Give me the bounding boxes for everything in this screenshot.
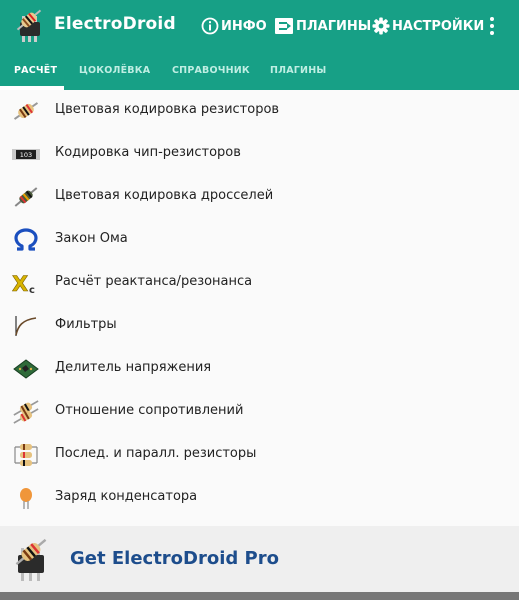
list-item-label: Цветовая кодировка дросселей (55, 188, 274, 203)
chip-code-text: 103 (20, 151, 32, 159)
list-item-label: Закон Ома (55, 231, 128, 246)
more-vert-icon[interactable] (484, 14, 500, 38)
filter-curve-icon (15, 316, 37, 336)
chip-resistor-icon: 103 (12, 149, 40, 160)
resistor-pair-icon (13, 400, 39, 424)
tab-calc[interactable]: РАСЧЁТ (14, 65, 57, 76)
reactance-symbol-sub: c (29, 285, 35, 295)
list-item-label: Отношение сопротивлений (55, 403, 244, 418)
list-item-resistance-ratio[interactable]: Отношение сопротивлений (0, 391, 519, 433)
list-item-series-parallel[interactable]: Послед. и паралл. резисторы (0, 434, 519, 476)
list-item-label: Делитель напряжения (55, 360, 212, 375)
info-button[interactable]: ИНФО (201, 16, 267, 36)
app-bar: ElectroDroid ИНФО ПЛАГИНЫ НАСТРОЙКИ (0, 0, 519, 52)
tab-plugins[interactable]: ПЛАГИНЫ (270, 65, 326, 76)
list-item-chip-resistor[interactable]: 103 Кодировка чип-резисторов (0, 133, 519, 175)
list-item-label: Послед. и паралл. резисторы (55, 446, 257, 461)
reactance-symbol-x: X (12, 272, 28, 295)
get-pro-text: Get ElectroDroid Pro (70, 548, 279, 569)
reactance-icon: X c (12, 272, 35, 295)
settings-label: НАСТРОЙКИ (392, 18, 485, 34)
bottom-divider (0, 592, 519, 600)
list-item-label: Заряд конденсатора (55, 489, 198, 504)
inductor-icon (14, 187, 38, 207)
tab-pinouts[interactable]: ЦОКОЛЁВКА (79, 65, 150, 76)
list-item-resistor-color[interactable]: Цветовая кодировка резисторов (0, 90, 519, 132)
list-item-label: Фильтры (55, 317, 117, 332)
settings-button[interactable]: НАСТРОЙКИ (372, 16, 484, 36)
plugins-button[interactable]: ПЛАГИНЫ (274, 16, 371, 36)
info-label: ИНФО (221, 18, 267, 34)
series-parallel-icon (14, 444, 38, 466)
list-item-label: Кодировка чип-резисторов (55, 145, 241, 160)
list-item-filters[interactable]: Фильтры (0, 305, 519, 347)
capacitor-icon (20, 488, 32, 509)
gear-icon (372, 17, 390, 35)
app-title: ElectroDroid (54, 14, 176, 34)
list-item-reactance[interactable]: X c Расчёт реактанса/резонанса (0, 262, 519, 304)
tab-bar: РАСЧЁТ ЦОКОЛЁВКА СПРАВОЧНИК ПЛАГИНЫ (0, 52, 519, 90)
circuit-board-icon (13, 359, 39, 379)
plugins-label: ПЛАГИНЫ (296, 18, 372, 34)
list-item-voltage-divider[interactable]: Делитель напряжения (0, 348, 519, 390)
resistor-icon (13, 102, 39, 120)
list-item-inductor-color[interactable]: Цветовая кодировка дросселей (0, 176, 519, 218)
app-logo-icon (16, 9, 42, 42)
tab-reference[interactable]: СПРАВОЧНИК (172, 65, 250, 76)
get-pro-banner[interactable]: Get ElectroDroid Pro (0, 526, 519, 592)
list-item-ohms-law[interactable]: Закон Ома (0, 219, 519, 261)
list-item-label: Расчёт реактанса/резонанса (55, 274, 253, 289)
info-icon (201, 17, 219, 35)
plugin-icon (275, 18, 293, 34)
list-item-capacitor-charge[interactable]: Заряд конденсатора (0, 477, 519, 519)
list-item-label: Цветовая кодировка резисторов (55, 102, 280, 117)
pro-logo-icon (15, 538, 47, 581)
omega-icon (14, 228, 38, 251)
